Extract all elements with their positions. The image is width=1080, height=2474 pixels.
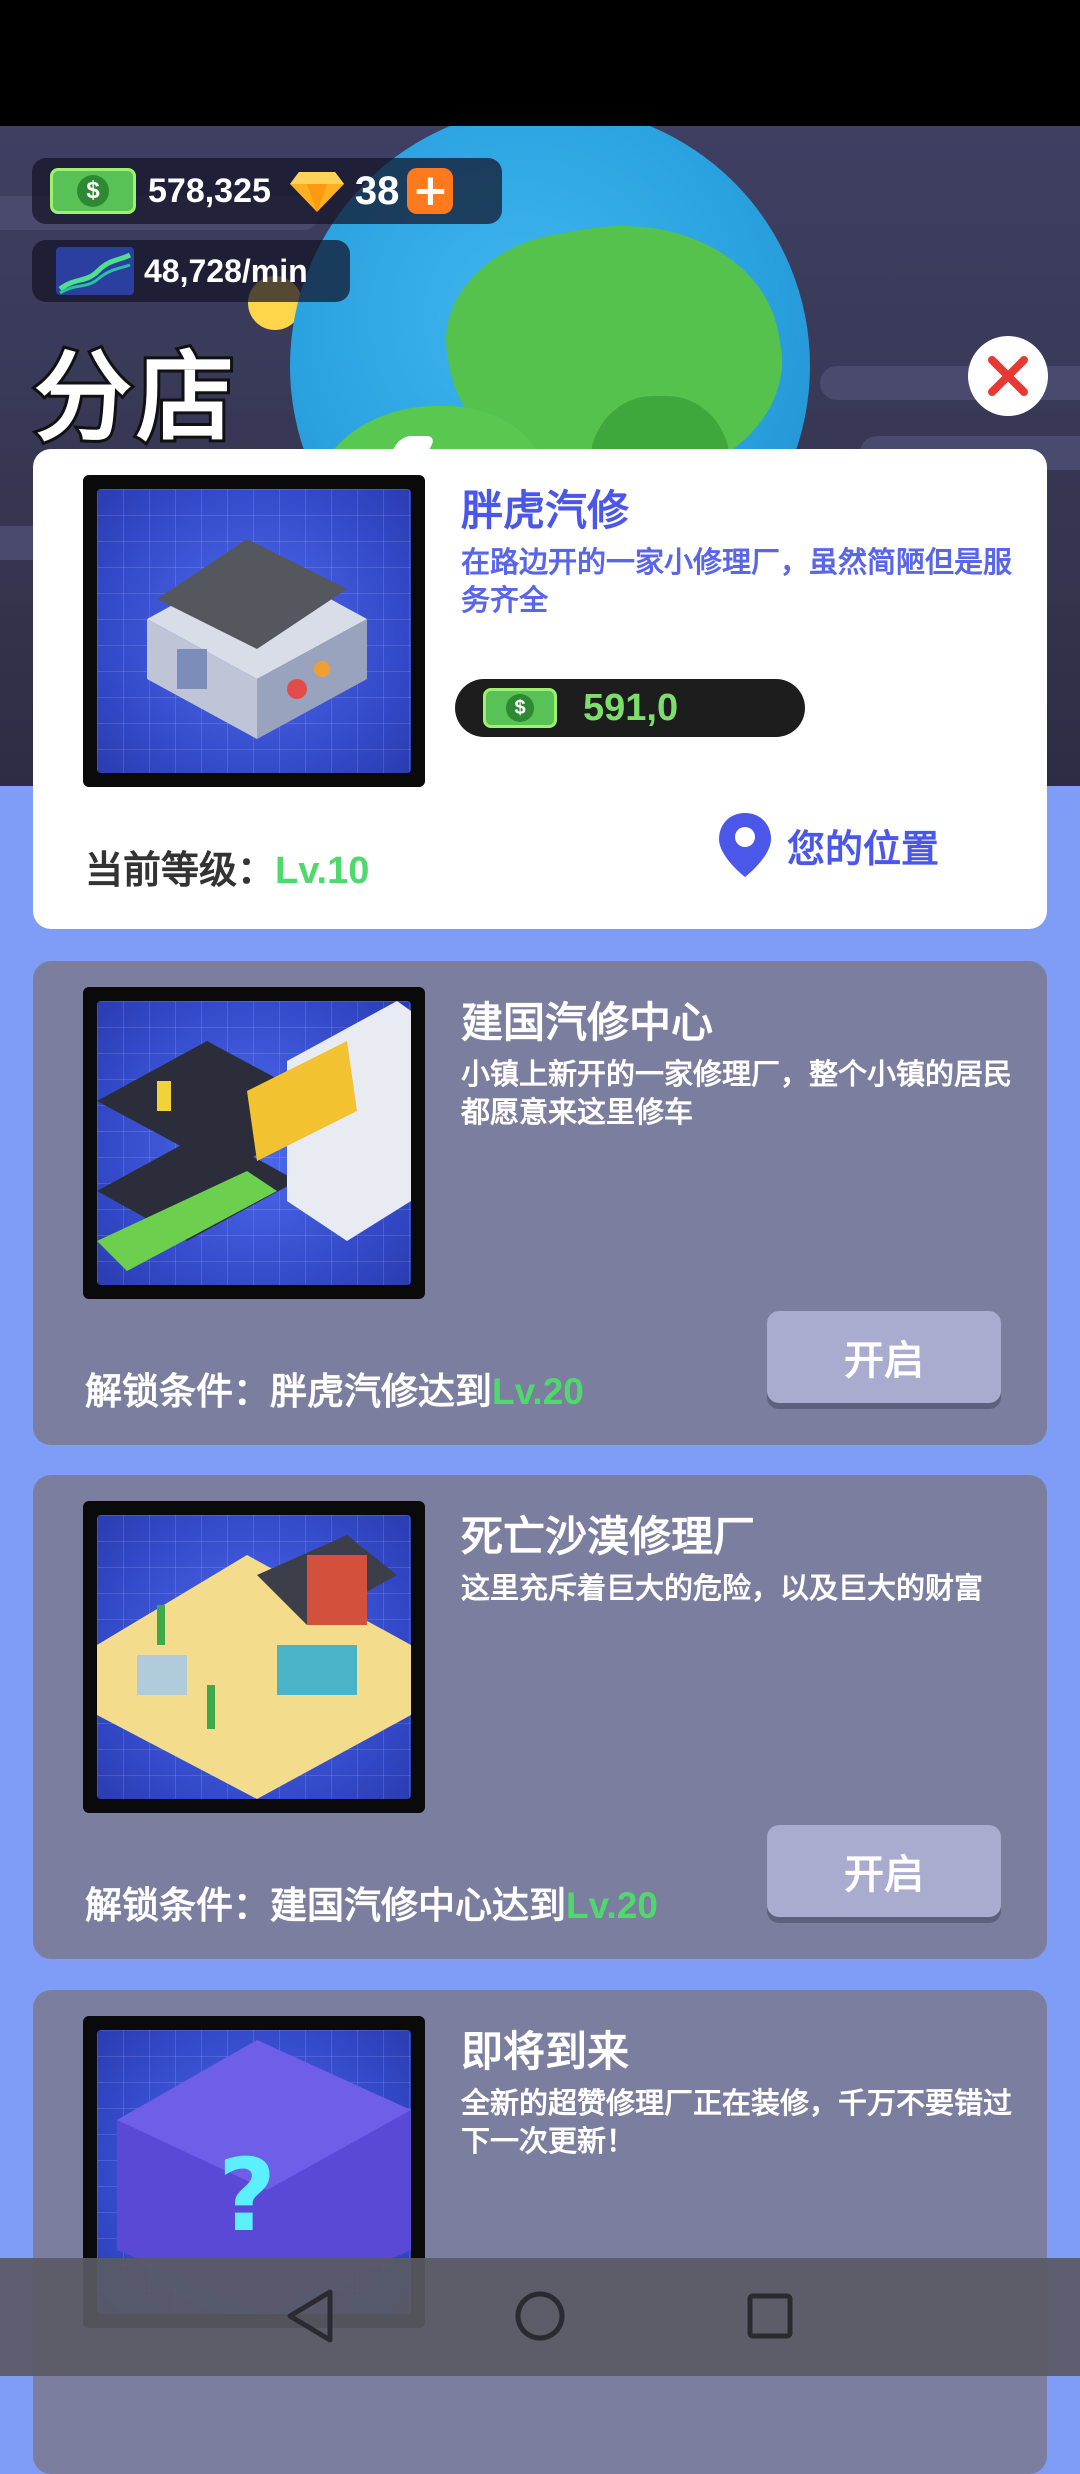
- shop-description: 小镇上新开的一家修理厂，整个小镇的居民都愿意来这里修车: [461, 1057, 1013, 1129]
- location-label: 您的位置: [787, 826, 940, 871]
- gem-icon: [289, 172, 344, 212]
- page-title: 分店: [31, 338, 239, 458]
- close-button[interactable]: [968, 336, 1048, 416]
- recent-apps-icon[interactable]: [744, 2286, 796, 2346]
- your-location-indicator: 您的位置: [717, 811, 939, 879]
- cash-counter: $ 578,325 38 +: [32, 158, 502, 224]
- shop-card-current: 胖虎汽修 在路边开的一家小修理厂，虽然简陋但是服务齐全 $ 591,0 当前等级…: [33, 449, 1047, 929]
- shop-thumbnail: [83, 987, 425, 1299]
- back-icon[interactable]: [284, 2286, 336, 2346]
- status-bar: [0, 0, 1080, 126]
- gem-amount: 38: [354, 168, 400, 213]
- unlock-condition: 解锁条件：胖虎汽修达到Lv.20: [85, 1361, 584, 1415]
- shop-card-coming-soon: ? 即将到来 全新的超赞修理厂正在装修，千万不要错过下一次更新！: [33, 1990, 1047, 2474]
- unlock-level: Lv.20: [566, 1885, 658, 1926]
- home-icon[interactable]: [512, 2286, 568, 2346]
- cash-amount: 578,325: [148, 171, 271, 210]
- shop-description: 在路边开的一家小修理厂，虽然简陋但是服务齐全: [461, 545, 1013, 617]
- garage-illustration: [147, 539, 367, 739]
- close-icon: [988, 356, 1028, 396]
- shop-card-locked: 死亡沙漠修理厂 这里充斥着巨大的危险，以及巨大的财富 解锁条件：建国汽修中心达到…: [33, 1475, 1047, 1959]
- location-pin-icon: [719, 813, 771, 877]
- shop-name: 建国汽修中心: [461, 998, 714, 1047]
- unlock-label: 解锁条件：胖虎汽修达到: [85, 1370, 492, 1413]
- shop-description: 全新的超赞修理厂正在装修，千万不要错过下一次更新！: [461, 2086, 1013, 2158]
- shop-thumbnail: [83, 1501, 425, 1813]
- system-navigation-bar: [0, 2258, 1080, 2376]
- shop-thumbnail: [83, 475, 425, 787]
- income-rate-display: 48,728/min: [32, 240, 350, 302]
- repair-center-illustration: [97, 1001, 411, 1271]
- cash-icon: $: [50, 168, 136, 214]
- shop-price: $ 591,0: [455, 679, 805, 737]
- cash-icon: $: [483, 688, 557, 728]
- open-shop-button[interactable]: 开启: [767, 1311, 1001, 1403]
- shop-name: 即将到来: [461, 2027, 630, 2076]
- level-value: Lv.10: [275, 850, 370, 892]
- shop-card-locked: 建国汽修中心 小镇上新开的一家修理厂，整个小镇的居民都愿意来这里修车 解锁条件：…: [33, 961, 1047, 1445]
- price-amount: 591,0: [583, 686, 679, 729]
- unlock-condition: 解锁条件：建国汽修中心达到Lv.20: [85, 1875, 658, 1929]
- current-level: 当前等级：Lv.10: [85, 839, 369, 894]
- level-label: 当前等级：: [85, 848, 276, 892]
- unlock-label: 解锁条件：建国汽修中心达到: [85, 1884, 566, 1927]
- question-mark-icon: ?: [218, 2137, 276, 2254]
- add-gems-button[interactable]: +: [407, 168, 454, 214]
- desert-garage-illustration: [97, 1535, 411, 1799]
- shop-name: 胖虎汽修: [461, 486, 630, 535]
- shop-name: 死亡沙漠修理厂: [461, 1512, 756, 1561]
- open-shop-button[interactable]: 开启: [767, 1825, 1001, 1917]
- income-chart-icon: [56, 247, 134, 295]
- income-rate-text: 48,728/min: [144, 252, 308, 289]
- shop-description: 这里充斥着巨大的危险，以及巨大的财富: [461, 1571, 984, 1605]
- unlock-level: Lv.20: [492, 1371, 584, 1412]
